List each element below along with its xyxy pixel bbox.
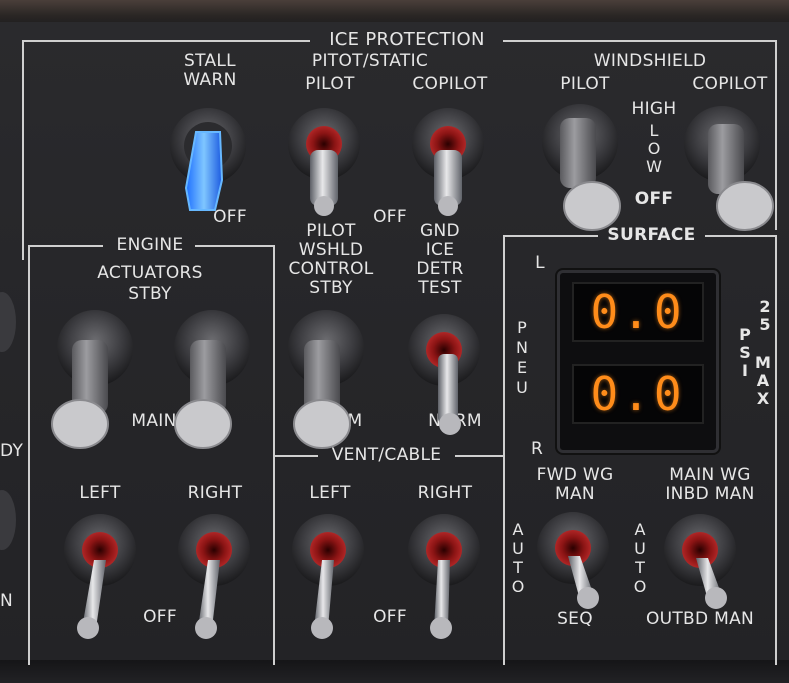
pilot-wshld-control-switch[interactable] bbox=[288, 310, 364, 449]
stall-warn-switch[interactable] bbox=[170, 108, 246, 211]
engine-left-switch[interactable] bbox=[64, 514, 136, 639]
windshield-pilot-switch[interactable] bbox=[542, 104, 621, 231]
windshield-copilot-switch[interactable] bbox=[684, 106, 774, 231]
vent-left-switch[interactable] bbox=[292, 514, 364, 639]
main-wg-switch[interactable] bbox=[664, 514, 736, 609]
edge-knob-lower bbox=[0, 490, 16, 550]
pitot-pilot-switch[interactable] bbox=[288, 108, 360, 216]
edge-knob-upper bbox=[0, 292, 16, 352]
engine-right-switch[interactable] bbox=[178, 514, 250, 639]
fwd-wg-switch[interactable] bbox=[537, 512, 609, 609]
vent-right-switch[interactable] bbox=[408, 514, 480, 639]
actuator-right-switch[interactable] bbox=[174, 310, 250, 449]
gnd-ice-detr-test-switch[interactable] bbox=[408, 314, 480, 435]
pitot-copilot-switch[interactable] bbox=[412, 108, 484, 216]
switch-layer bbox=[0, 104, 774, 639]
actuator-left-switch[interactable] bbox=[51, 310, 133, 449]
